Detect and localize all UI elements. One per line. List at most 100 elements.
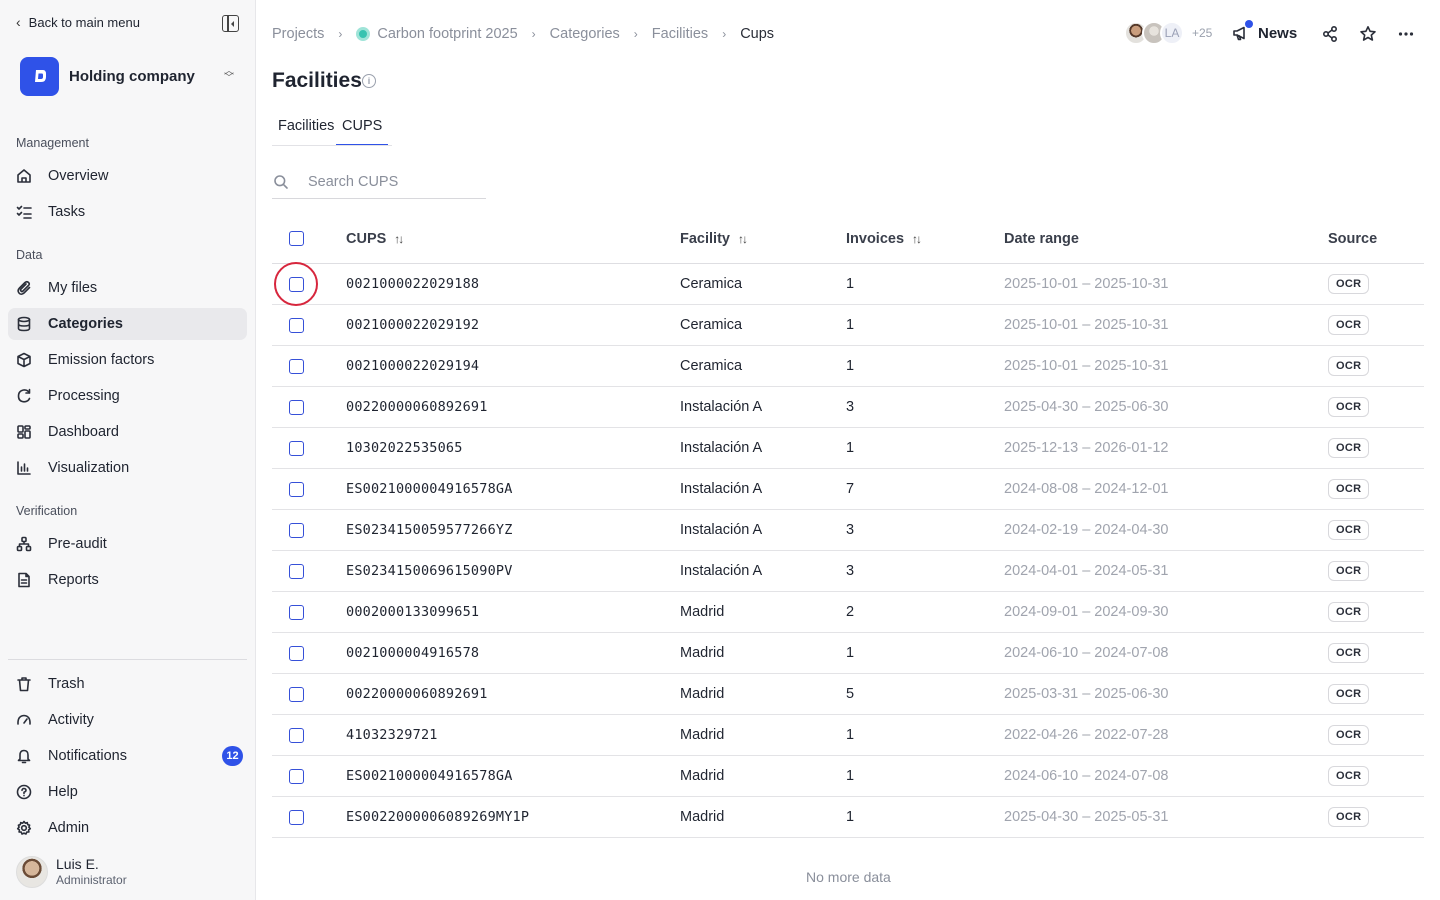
row-checkbox[interactable] [289, 277, 304, 292]
sidebar-item-tasks[interactable]: Tasks [8, 196, 247, 228]
table-row[interactable]: 0021000004916578 Madrid 1 2024-06-10 – 2024… [272, 633, 1424, 674]
row-checkbox[interactable] [289, 564, 304, 579]
cell-invoices: 7 [846, 481, 855, 497]
table-row[interactable]: ES0234150059577266YZ Instalación A 3 2024-0… [272, 510, 1424, 551]
table-row[interactable]: ES0021000004916578GA Madrid 1 2024-06-10 – … [272, 756, 1424, 797]
table-row[interactable]: 0021000022029188 Ceramica 1 2025-10-01 – 20… [272, 262, 1424, 306]
cell-date-range: 2024-02-19 – 2024-04-30 [1004, 522, 1169, 538]
breadcrumb-categories[interactable]: Categories [550, 26, 620, 42]
organization-logo [20, 56, 59, 96]
sidebar-item-notifications[interactable]: Notifications 12 [8, 740, 247, 772]
organization-switcher[interactable]: Holding company ︿ ﹀ [20, 56, 242, 96]
back-to-main-menu-link[interactable]: ‹ Back to main menu [16, 14, 140, 30]
tab-facilities[interactable]: Facilities [278, 118, 334, 146]
source-badge: OCR [1328, 725, 1370, 745]
sidebar-item-label: Trash [48, 676, 85, 692]
row-checkbox[interactable] [289, 318, 304, 333]
cell-invoices: 3 [846, 399, 855, 415]
paperclip-icon [16, 280, 32, 296]
table-row[interactable]: ES0022000006089269MY1P Madrid 1 2025-04-30 … [272, 797, 1424, 838]
breadcrumb: Projects › Carbon footprint 2025 › Categ… [272, 24, 774, 44]
row-checkbox[interactable] [289, 400, 304, 415]
news-button[interactable]: News [1232, 20, 1297, 42]
sidebar-item-emission-factors[interactable]: Emission factors [8, 344, 247, 376]
table-header: CUPS ↑↓ Facility ↑↓ Invoices ↑↓ Date range … [272, 218, 1424, 264]
row-checkbox[interactable] [289, 482, 304, 497]
tab-cups[interactable]: CUPS [336, 118, 389, 146]
table-row[interactable]: 00220000060892691 Madrid 5 2025-03-31 – 202… [272, 674, 1424, 715]
sidebar-item-activity[interactable]: Activity [8, 704, 247, 736]
breadcrumb-facilities[interactable]: Facilities [652, 26, 708, 42]
row-checkbox[interactable] [289, 769, 304, 784]
sidebar-item-dashboard[interactable]: Dashboard [8, 416, 247, 448]
sidebar-collapse-icon[interactable] [222, 15, 239, 32]
cell-date-range: 2025-12-13 – 2026-01-12 [1004, 440, 1169, 456]
collaborators[interactable]: LA +25 [1124, 21, 1212, 45]
sidebar-item-my-files[interactable]: My files [8, 272, 247, 304]
column-label: CUPS [346, 231, 387, 247]
row-checkbox[interactable] [289, 728, 304, 743]
sidebar-item-admin[interactable]: Admin [8, 812, 247, 844]
row-checkbox[interactable] [289, 523, 304, 538]
cell-date-range: 2025-04-30 – 2025-05-31 [1004, 809, 1169, 825]
hierarchy-icon [16, 536, 32, 552]
page-title: Facilities [272, 69, 362, 92]
row-checkbox[interactable] [289, 687, 304, 702]
table-row[interactable]: 41032329721 Madrid 1 2022-04-26 – 2022-07-2… [272, 715, 1424, 756]
sidebar-item-help[interactable]: Help [8, 776, 247, 808]
row-checkbox[interactable] [289, 441, 304, 456]
info-icon[interactable]: i [362, 74, 376, 88]
column-header-facility[interactable]: Facility ↑↓ [680, 231, 748, 247]
chevron-right-icon: › [633, 27, 638, 41]
trash-icon [16, 676, 32, 692]
row-checkbox[interactable] [289, 810, 304, 825]
sidebar-item-categories[interactable]: Categories [8, 308, 247, 340]
select-all-checkbox[interactable] [289, 231, 304, 246]
sidebar-item-processing[interactable]: Processing [8, 380, 247, 412]
sidebar-item-reports[interactable]: Reports [8, 564, 247, 596]
breadcrumb-project[interactable]: Carbon footprint 2025 [356, 26, 518, 42]
source-badge: OCR [1328, 643, 1370, 663]
cube-icon [16, 352, 32, 368]
cell-cups: ES0234150059577266YZ [346, 522, 513, 538]
cell-invoices: 1 [846, 358, 855, 374]
cell-invoices: 3 [846, 563, 855, 579]
source-badge: OCR [1328, 274, 1370, 294]
row-checkbox[interactable] [289, 646, 304, 661]
table-row[interactable]: 10302022535065 Instalación A 1 2025-12-13 –… [272, 428, 1424, 469]
table-row[interactable]: 0002000133099651 Madrid 2 2024-09-01 – 2024… [272, 592, 1424, 633]
star-icon[interactable] [1359, 25, 1377, 43]
sidebar-item-pre-audit[interactable]: Pre-audit [8, 528, 247, 560]
sidebar: ‹ Back to main menu Holding company ︿ ﹀ M… [0, 0, 256, 900]
cell-invoices: 1 [846, 809, 855, 825]
cell-cups: 0021000022029194 [346, 358, 480, 374]
table-row[interactable]: ES0234150069615090PV Instalación A 3 2024-0… [272, 551, 1424, 592]
cell-facility: Madrid [680, 604, 725, 620]
table-row[interactable]: 0021000022029194 Ceramica 1 2025-10-01 – 20… [272, 346, 1424, 387]
row-checkbox[interactable] [289, 359, 304, 374]
project-status-icon [356, 27, 371, 42]
column-header-invoices[interactable]: Invoices ↑↓ [846, 231, 922, 247]
cell-date-range: 2022-04-26 – 2022-07-28 [1004, 727, 1169, 743]
cell-cups: 00220000060892691 [346, 686, 488, 702]
sidebar-item-overview[interactable]: Overview [8, 160, 247, 192]
cell-facility: Ceramica [680, 317, 743, 333]
table-row[interactable]: ES0021000004916578GA Instalación A 7 2024-0… [272, 469, 1424, 510]
row-checkbox[interactable] [289, 605, 304, 620]
table-row[interactable]: 00220000060892691 Instalación A 3 2025-04-3… [272, 387, 1424, 428]
sidebar-item-trash[interactable]: Trash [8, 668, 247, 700]
share-icon[interactable] [1321, 25, 1339, 43]
sidebar-item-visualization[interactable]: Visualization [8, 452, 247, 484]
home-icon [16, 168, 32, 184]
more-horizontal-icon[interactable] [1397, 25, 1415, 43]
cell-date-range: 2025-10-01 – 2025-10-31 [1004, 276, 1169, 292]
cell-facility: Ceramica [680, 358, 743, 374]
cell-date-range: 2024-04-01 – 2024-05-31 [1004, 563, 1169, 579]
user-profile[interactable]: Luis E. Administrator [16, 856, 127, 888]
column-header-cups[interactable]: CUPS ↑↓ [346, 231, 404, 247]
breadcrumb-projects[interactable]: Projects [272, 26, 324, 42]
organization-name: Holding company [69, 67, 195, 85]
search-input[interactable] [308, 174, 478, 190]
table-body: 0021000022029188 Ceramica 1 2025-10-01 – 20… [272, 262, 1424, 838]
table-row[interactable]: 0021000022029192 Ceramica 1 2025-10-01 – 20… [272, 305, 1424, 346]
